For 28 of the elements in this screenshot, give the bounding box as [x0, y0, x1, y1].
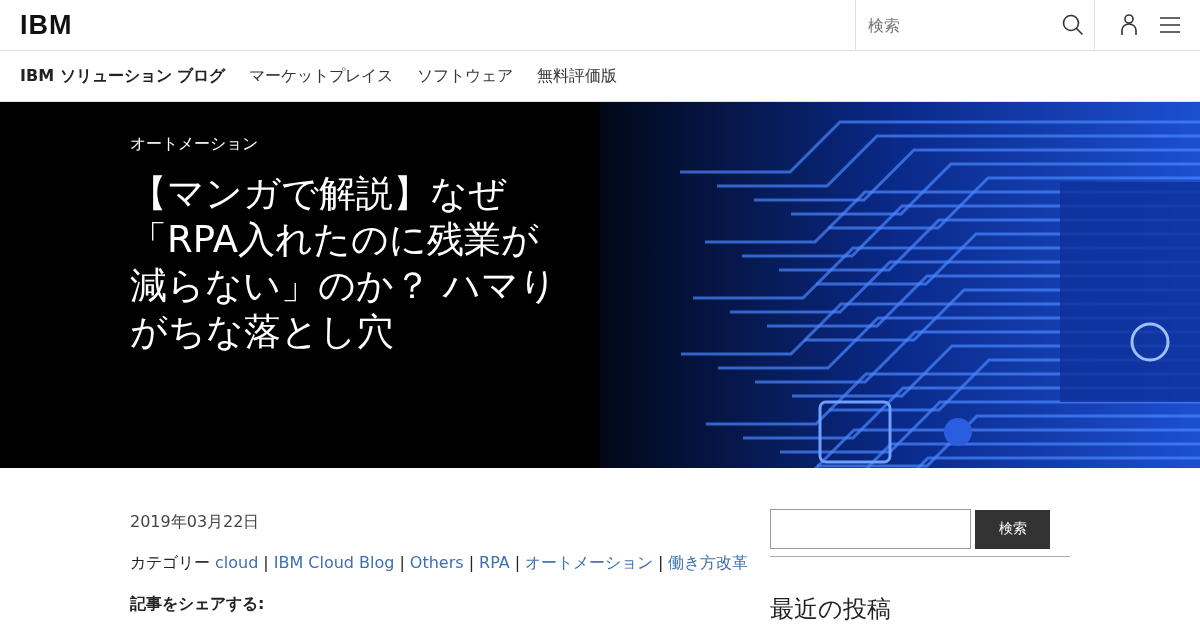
search-button[interactable]: 検索	[975, 509, 1050, 549]
article-title: 【マンガで解説】なぜ「RPA入れたのに残業が減らない」のか？ ハマりがちな落とし穴	[130, 171, 558, 355]
category-link[interactable]: オートメーション	[525, 553, 654, 574]
category-link[interactable]: cloud	[215, 553, 259, 574]
recent-posts-heading: 最近の投稿	[770, 594, 892, 625]
search-field[interactable]: 検索	[866, 14, 1056, 36]
category-link[interactable]: Others	[409, 553, 464, 574]
ibm-logo[interactable]: IBM	[20, 9, 73, 41]
hero-category: オートメーション	[130, 134, 259, 155]
nav-link[interactable]: マーケットプレイス	[249, 65, 394, 87]
post-date: 2019年03月22日	[130, 512, 261, 533]
category-link[interactable]: IBM Cloud Blog	[273, 553, 395, 574]
separator-text: |	[468, 553, 474, 574]
menu-icon[interactable]	[1160, 17, 1180, 33]
separator-text: |	[263, 553, 269, 574]
category-link[interactable]: RPA	[479, 553, 510, 574]
user-icon[interactable]	[1120, 14, 1138, 36]
share-label: 記事をシェアする:	[130, 594, 266, 615]
nav-link[interactable]: 無料評価版	[537, 65, 618, 87]
separator-text: |	[399, 553, 405, 574]
category-link[interactable]: 働き方改革	[668, 553, 749, 574]
separator-text: |	[514, 553, 521, 574]
search-input[interactable]	[770, 509, 971, 549]
nav-link[interactable]: ソフトウェア	[417, 65, 514, 87]
blog-title-link[interactable]: IBM ソリューション ブログ	[20, 65, 226, 87]
separator-text: |	[658, 553, 664, 574]
search-icon[interactable]	[1062, 14, 1084, 36]
category-label: カテゴリー	[130, 553, 210, 574]
